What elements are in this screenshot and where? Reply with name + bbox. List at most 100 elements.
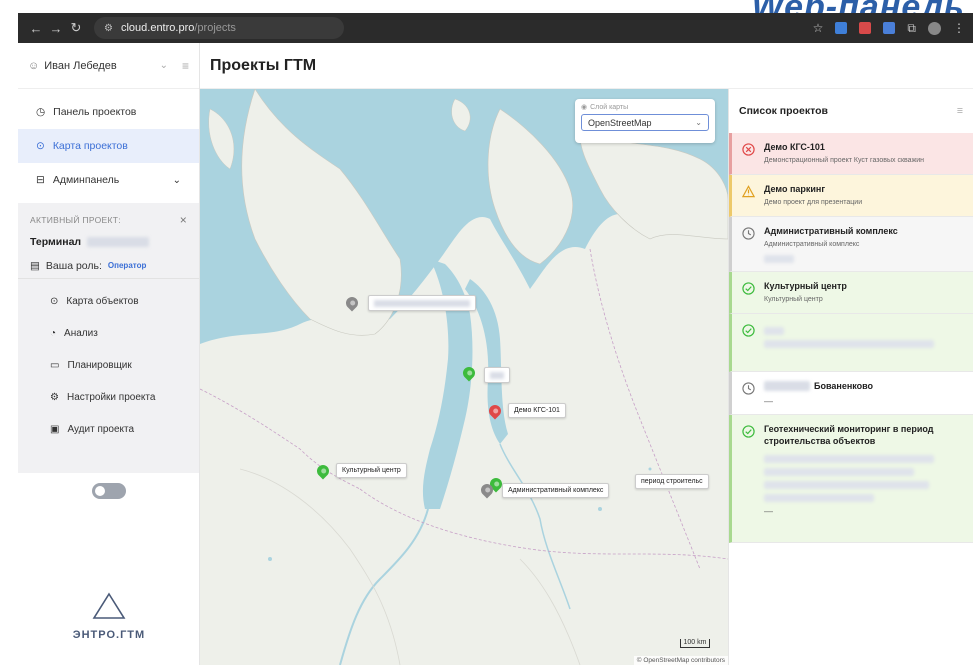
project-item-content: Бованенково —	[764, 380, 873, 406]
active-project-panel: АКТИВНЫЙ ПРОЕКТ: × Терминал ▤ Ваша роль:…	[18, 203, 199, 473]
map-marker-label[interactable]: период строительс	[635, 474, 709, 489]
layer-label: ◉ Слой карты	[581, 103, 709, 112]
redacted-text	[764, 381, 810, 391]
extensions-puzzle-icon[interactable]: ⧉	[907, 21, 916, 36]
redacted-text	[764, 327, 784, 335]
role-row: ▤ Ваша роль: Оператор	[18, 253, 199, 279]
layer-select[interactable]: OpenStreetMap ⌄	[581, 114, 709, 131]
redacted-text	[764, 481, 929, 489]
sidebar-subitem-planner[interactable]: ▭ Планировщик	[18, 349, 199, 381]
layer-select-value: OpenStreetMap	[588, 117, 652, 128]
project-item[interactable]: Демо паркинг Демо проект для презентации	[729, 175, 973, 217]
clock-icon	[742, 382, 755, 395]
chevron-down-icon[interactable]: ⌄	[173, 175, 181, 186]
project-item-content: Демо паркинг Демо проект для презентации	[764, 183, 862, 208]
sidebar-item-label: Панель проектов	[53, 106, 137, 118]
project-desc: Административный комплекс	[764, 241, 860, 248]
river-taz	[499, 443, 571, 610]
redacted-text	[764, 455, 934, 463]
map-marker-label[interactable]: Административный комплекс	[502, 483, 610, 498]
browser-actions: ☆ ⧉ ⋮	[813, 21, 965, 36]
sidebar-item-label: Карта проектов	[52, 140, 128, 152]
active-project-name-text: Терминал	[30, 236, 82, 248]
kebab-icon[interactable]: ⋮	[953, 21, 965, 35]
road	[519, 558, 581, 665]
user-menu[interactable]: ☺ Иван Лебедев ⌄ ≡	[18, 43, 199, 89]
sidebar-subitem-audit[interactable]: ▣ Аудит проекта	[18, 413, 199, 445]
layer-label-text: Слой карты	[590, 103, 629, 111]
screenshot-frame: Web-панель ← → ↻ ⚙ cloud.entro.pro/proje…	[0, 0, 973, 670]
project-title-text: Бованенково	[814, 381, 874, 391]
logo-text: ЭНТРО.ГТМ	[72, 629, 146, 641]
back-icon[interactable]: ←	[26, 21, 46, 36]
sidebar: ☺ Иван Лебедев ⌄ ≡ ◷ Панель проектов ⊙ К…	[18, 43, 200, 665]
user-icon: ☺	[28, 59, 40, 72]
sidebar-subitem-objects-map[interactable]: ⊙ Карта объектов	[18, 285, 199, 317]
sidebar-item-admin[interactable]: ⊟ Админпанель ⌄	[18, 163, 199, 197]
project-item[interactable]: Бованенково —	[729, 372, 973, 415]
project-desc: —	[764, 396, 773, 406]
forward-icon[interactable]: →	[46, 21, 66, 36]
road	[239, 468, 401, 665]
user-name: Иван Лебедев	[44, 59, 117, 72]
close-icon[interactable]: ×	[180, 213, 187, 227]
layers-icon: ◉	[581, 104, 588, 111]
redacted-text	[87, 237, 150, 247]
star-icon[interactable]: ☆	[813, 21, 824, 35]
browser-toolbar: ← → ↻ ⚙ cloud.entro.pro/projects ☆ ⧉ ⋮	[18, 13, 973, 43]
redacted-text	[764, 340, 934, 348]
extension-icon[interactable]	[859, 22, 872, 34]
clock-icon	[742, 227, 755, 240]
project-item-content: Культурный центр Культурный центр	[764, 280, 847, 305]
project-title: Геотехнический мониторинг в период строи…	[764, 424, 934, 446]
map-pin-icon: ⊙	[50, 295, 59, 307]
map-marker-label-redacted[interactable]	[368, 295, 476, 311]
sidebar-subitem-analysis[interactable]: ◔ Анализ	[18, 317, 199, 349]
projects-map[interactable]: ◉ Слой карты OpenStreetMap ⌄ Демо КГС-10…	[200, 89, 728, 665]
map-marker-label-redacted[interactable]	[484, 367, 510, 383]
project-title: Демо КГС-101	[764, 142, 825, 152]
active-project-title: АКТИВНЫЙ ПРОЕКТ:	[30, 215, 121, 225]
theme-toggle[interactable]	[91, 483, 126, 499]
sidebar-item-dashboard[interactable]: ◷ Панель проектов	[18, 95, 199, 129]
hamburger-icon[interactable]: ≡	[182, 59, 189, 73]
chart-icon: ◔	[50, 327, 57, 339]
sidebar-item-projects-map[interactable]: ⊙ Карта проектов	[18, 129, 199, 163]
address-bar[interactable]: ⚙ cloud.entro.pro/projects	[94, 17, 344, 39]
logo-triangle-icon	[92, 592, 126, 619]
lake	[598, 507, 602, 511]
project-list-header: Список проектов ≡	[729, 89, 973, 133]
lake	[648, 467, 652, 471]
check-circle-icon	[742, 425, 755, 438]
chevron-down-icon[interactable]: ⌄	[160, 60, 168, 71]
sidebar-subitem-label: Анализ	[64, 327, 98, 339]
gear-icon: ⚙	[50, 391, 59, 403]
map-marker-label[interactable]: Культурный центр	[336, 463, 407, 478]
project-item[interactable]: Культурный центр Культурный центр	[729, 272, 973, 314]
calendar-icon: ▭	[50, 359, 60, 371]
extension-icon[interactable]	[835, 22, 848, 34]
document-icon: ▣	[50, 423, 60, 435]
project-item[interactable]: Демо КГС-101 Демонстрационный проект Кус…	[729, 133, 973, 175]
map-marker-label[interactable]: Демо КГС-101	[508, 403, 566, 418]
lake	[268, 557, 272, 561]
lock-icon: ⊟	[36, 174, 45, 186]
sidebar-subitem-label: Аудит проекта	[67, 423, 135, 435]
project-item[interactable]	[729, 314, 973, 372]
hamburger-icon[interactable]: ≡	[957, 105, 963, 117]
river-ob	[339, 508, 429, 665]
extension-icon[interactable]	[883, 22, 896, 34]
check-circle-icon	[742, 324, 755, 337]
map-attribution[interactable]: © OpenStreetMap contributors	[633, 656, 728, 665]
reload-icon[interactable]: ↻	[66, 20, 86, 36]
site-settings-icon[interactable]: ⚙	[104, 23, 113, 34]
project-item[interactable]: Административный комплекс Административн…	[729, 217, 973, 272]
dashboard-icon: ◷	[36, 106, 46, 118]
project-item[interactable]: Геотехнический мониторинг в период строи…	[729, 415, 973, 543]
region-border	[359, 488, 728, 560]
check-circle-icon	[742, 282, 755, 295]
sidebar-subitem-settings[interactable]: ⚙ Настройки проекта	[18, 381, 199, 413]
project-item-content: Административный комплекс Административн…	[764, 225, 898, 263]
profile-icon[interactable]	[928, 21, 941, 35]
map-layer-control: ◉ Слой карты OpenStreetMap ⌄	[575, 99, 715, 143]
